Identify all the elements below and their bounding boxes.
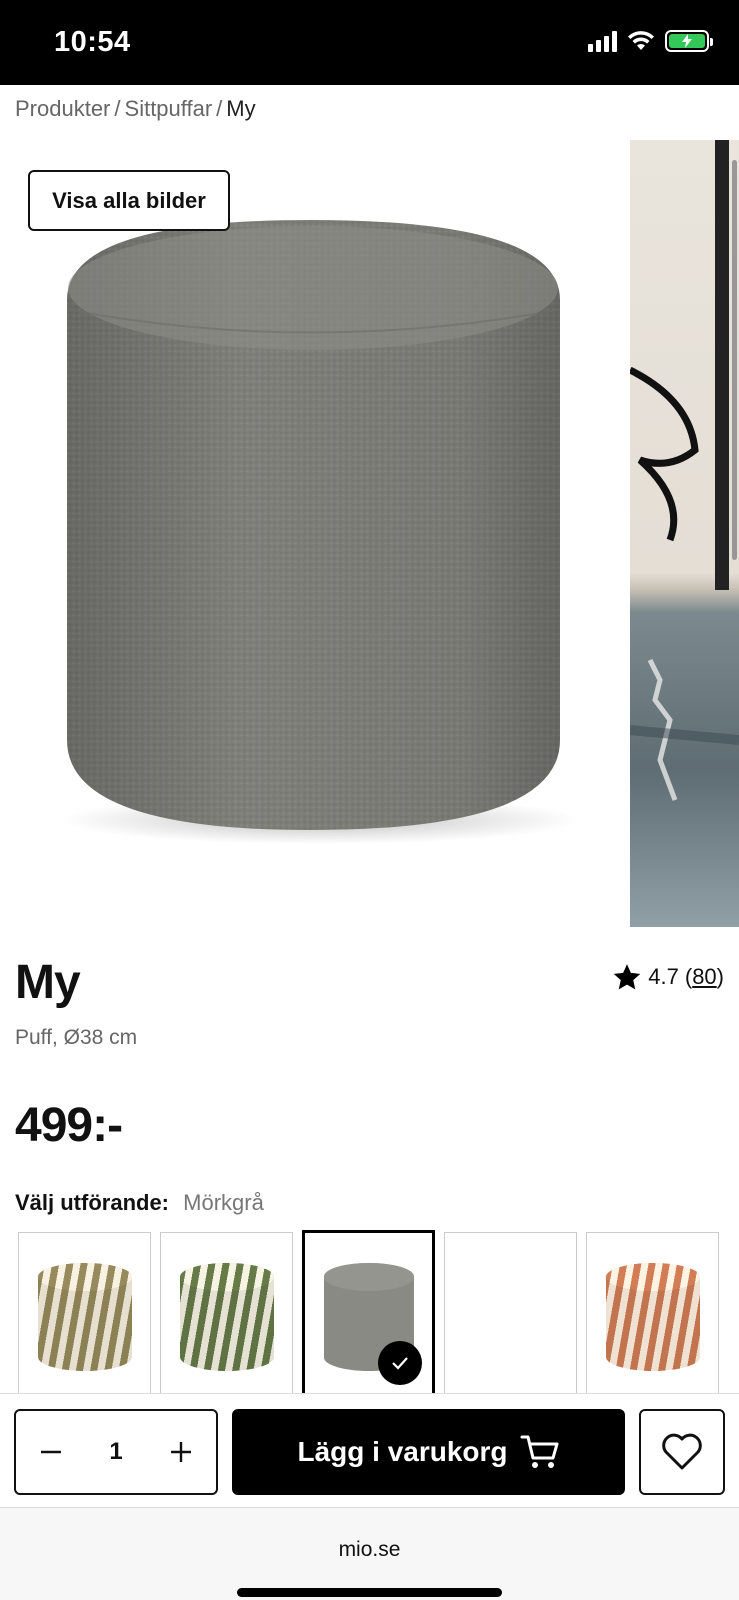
variant-option-zebra-rust[interactable] [586, 1232, 719, 1394]
add-to-cart-label: Lägg i varukorg [297, 1436, 508, 1467]
check-icon [378, 1341, 422, 1385]
rating-score: 4.7 [648, 964, 679, 989]
product-image-next[interactable] [630, 140, 739, 927]
quantity-stepper: 1 [14, 1409, 218, 1495]
variant-option-zebra-olive[interactable] [18, 1232, 151, 1394]
product-subtitle: Puff, Ø38 cm [15, 1026, 138, 1049]
signal-icon [588, 30, 617, 52]
increase-quantity-button[interactable] [166, 1437, 196, 1467]
status-bar: 10:54 [0, 0, 739, 85]
product-rating[interactable]: 4.7 (80) [612, 962, 724, 992]
product-price: 499:- [15, 1099, 123, 1152]
variant-thumbnail [179, 1263, 274, 1371]
status-time: 10:54 [54, 26, 131, 58]
heart-icon [662, 1433, 702, 1470]
minus-icon [41, 1450, 61, 1454]
home-indicator[interactable] [237, 1588, 502, 1597]
variant-option-zebra-green[interactable] [160, 1232, 293, 1394]
variant-thumbnail [605, 1263, 700, 1371]
add-to-cart-button[interactable]: Lägg i varukorg [232, 1409, 625, 1495]
variant-label-text: Välj utförande: [15, 1190, 170, 1215]
battery-icon [665, 30, 713, 52]
url-label[interactable]: mio.se [0, 1538, 739, 1562]
action-bar: 1 Lägg i varukorg [0, 1393, 739, 1508]
rating-count-link[interactable]: 80 [692, 964, 716, 989]
product-gallery[interactable]: Visa alla bilder [0, 140, 739, 930]
quantity-value[interactable]: 1 [109, 1438, 122, 1466]
browser-bar: mio.se [0, 1508, 739, 1600]
star-icon [614, 964, 641, 990]
breadcrumb-separator: / [114, 96, 121, 121]
pouf-image [60, 220, 580, 844]
breadcrumb: Produkter / Sittpuffar / My [15, 96, 256, 122]
breadcrumb-current: My [226, 96, 256, 121]
cart-icon [520, 1435, 559, 1468]
variant-label: Välj utförande: Mörkgrå [15, 1190, 264, 1216]
variant-thumbnail [37, 1263, 132, 1371]
decrease-quantity-button[interactable] [36, 1437, 66, 1467]
variant-option-empty[interactable] [444, 1232, 577, 1394]
breadcrumb-link-produkter[interactable]: Produkter [15, 96, 110, 122]
variant-selected-value: Mörkgrå [183, 1190, 264, 1215]
show-all-images-button[interactable]: Visa alla bilder [28, 170, 230, 231]
status-icons [588, 30, 713, 52]
favorite-button[interactable] [639, 1409, 725, 1495]
breadcrumb-separator: / [216, 96, 223, 121]
product-title: My [15, 956, 81, 1009]
breadcrumb-link-sittpuffar[interactable]: Sittpuffar [125, 96, 213, 122]
gallery-scrollbar[interactable] [732, 160, 737, 560]
variant-options [18, 1230, 739, 1394]
variant-option-gray-selected[interactable] [302, 1230, 435, 1394]
rating-count-wrapper[interactable]: (80) [685, 964, 724, 990]
plus-icon [170, 1442, 191, 1462]
picture-frame [715, 140, 729, 590]
product-image-main[interactable] [0, 140, 620, 930]
wifi-icon [628, 31, 654, 50]
